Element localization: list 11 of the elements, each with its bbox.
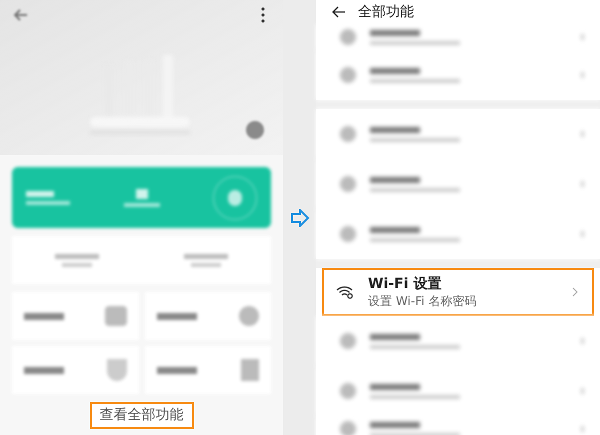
- logo-icon: [244, 120, 266, 140]
- item-title: Wi-Fi 设置: [368, 275, 442, 293]
- item-subtitle: 设置 Wi-Fi 名称密码: [368, 293, 478, 309]
- back-icon[interactable]: [332, 6, 346, 18]
- page-title: 全部功能: [358, 2, 414, 22]
- chevron-icon: [572, 287, 578, 297]
- wifi-gear-icon: [336, 285, 354, 299]
- view-all-button[interactable]: 查看全部功能: [90, 402, 194, 429]
- more-icon[interactable]: [261, 7, 265, 23]
- arrow-icon: [290, 208, 310, 226]
- wifi-settings-row[interactable]: Wi-Fi 设置 设置 Wi-Fi 名称密码: [322, 268, 594, 316]
